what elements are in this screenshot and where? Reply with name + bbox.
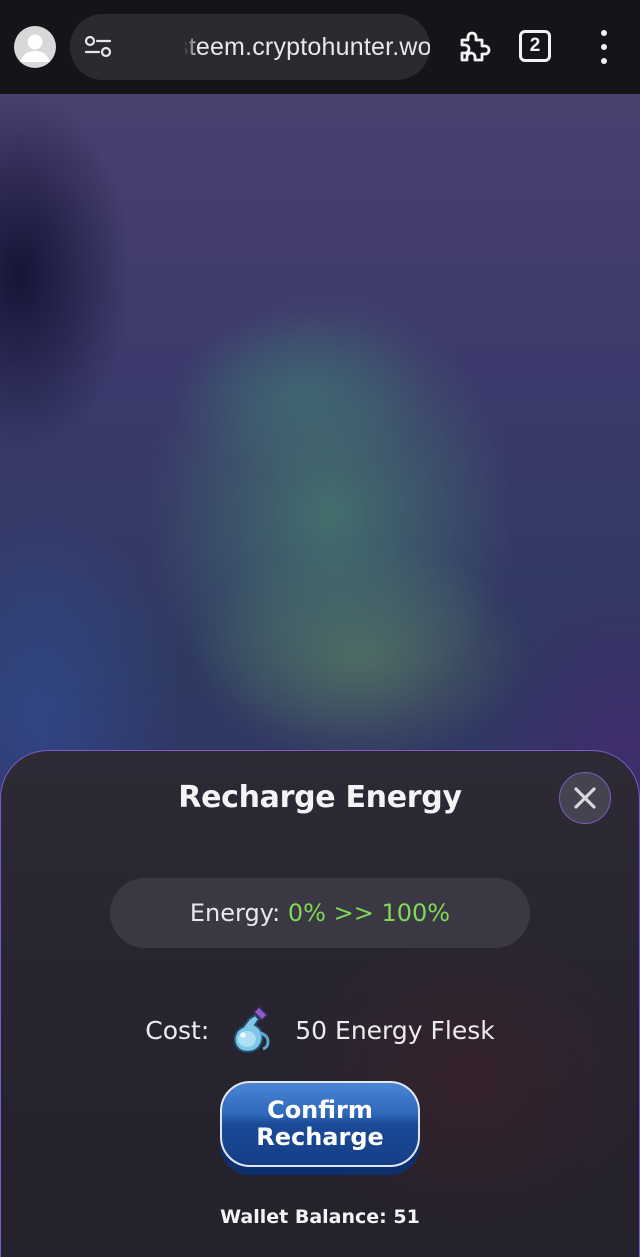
extensions-icon[interactable] xyxy=(454,28,492,70)
site-settings-icon[interactable] xyxy=(84,35,112,62)
tab-count: 2 xyxy=(529,35,541,56)
energy-arrow: >> xyxy=(333,899,374,927)
energy-label: Energy: xyxy=(189,899,281,927)
url-text: steem.cryptohunter.world xyxy=(184,32,430,61)
browser-toolbar: steem.cryptohunter.world 2 xyxy=(0,0,640,94)
cost-row: Cost: 50 Energy Flesk xyxy=(0,1002,640,1058)
confirm-recharge-button[interactable]: Confirm Recharge xyxy=(220,1081,420,1167)
close-icon xyxy=(574,787,596,809)
confirm-label-line2: Recharge xyxy=(256,1123,384,1151)
confirm-label-line1: Confirm xyxy=(267,1096,373,1124)
account-icon[interactable] xyxy=(14,26,56,68)
energy-to-value: 100% xyxy=(381,899,451,927)
address-bar[interactable]: steem.cryptohunter.world xyxy=(70,14,430,80)
energy-flask-icon xyxy=(233,1005,270,1053)
cost-item: 50 Energy Flesk xyxy=(295,1015,495,1045)
energy-status: Energy: 0% >> 100% xyxy=(110,878,530,948)
tab-switcher-icon[interactable]: 2 xyxy=(519,30,551,62)
more-menu-icon[interactable] xyxy=(596,30,612,64)
wallet-balance: Wallet Balance: 51 xyxy=(220,1206,420,1228)
close-button[interactable] xyxy=(559,772,611,824)
cost-label: Cost: xyxy=(145,1015,210,1045)
modal-title: Recharge Energy xyxy=(178,780,462,815)
energy-from-value: 0% xyxy=(287,899,326,927)
